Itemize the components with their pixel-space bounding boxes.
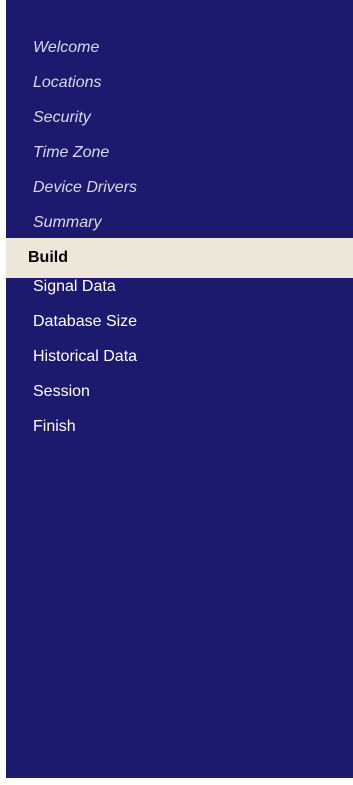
step-session[interactable]: Session <box>6 380 353 415</box>
step-locations[interactable]: Locations <box>6 71 353 106</box>
wizard-step-list: Welcome Locations Security Time Zone Dev… <box>6 36 353 450</box>
step-time-zone[interactable]: Time Zone <box>6 141 353 176</box>
step-build[interactable]: Build <box>6 238 353 278</box>
step-security[interactable]: Security <box>6 106 353 141</box>
step-historical-data[interactable]: Historical Data <box>6 345 353 380</box>
step-signal-data[interactable]: Signal Data <box>6 275 353 310</box>
step-database-size[interactable]: Database Size <box>6 310 353 345</box>
wizard-step-sidebar: Welcome Locations Security Time Zone Dev… <box>6 0 353 778</box>
step-finish[interactable]: Finish <box>6 415 353 450</box>
step-device-drivers[interactable]: Device Drivers <box>6 176 353 211</box>
step-welcome[interactable]: Welcome <box>6 36 353 71</box>
